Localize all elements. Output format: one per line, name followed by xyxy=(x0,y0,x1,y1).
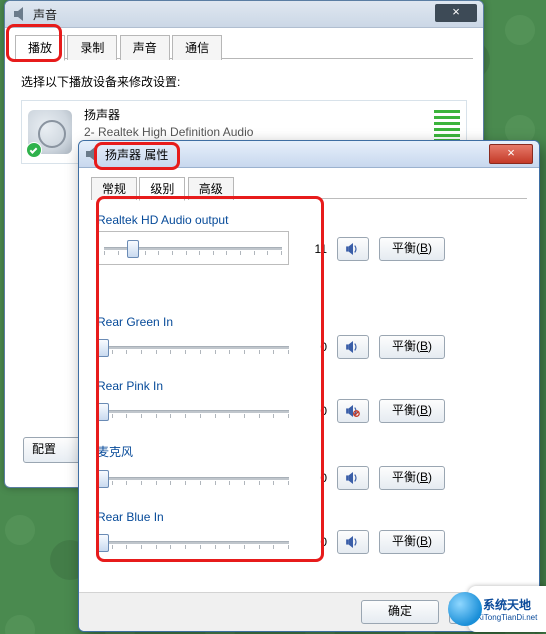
volume-slider[interactable] xyxy=(97,468,289,488)
balance-button[interactable]: 平衡(B) xyxy=(379,237,445,261)
speaker-device-icon xyxy=(28,110,72,154)
props-tabrow: 常规 级别 高级 xyxy=(91,176,527,199)
mute-button[interactable] xyxy=(337,335,369,359)
channel-block: 麦克风 0 平衡(B) xyxy=(97,443,521,490)
channel-name: Rear Pink In xyxy=(97,379,521,393)
volume-slider[interactable] xyxy=(104,238,282,258)
watermark: 系统天地 XiTongTianDi.net xyxy=(468,586,546,632)
sound-window-icon xyxy=(13,6,29,22)
volume-slider[interactable] xyxy=(97,401,289,421)
channel-block: Rear Pink In 0 平衡(B) xyxy=(97,379,521,423)
channel-name: Realtek HD Audio output xyxy=(97,213,521,227)
channel-name: Rear Blue In xyxy=(97,510,521,524)
mute-button[interactable] xyxy=(337,530,369,554)
tab-communications[interactable]: 通信 xyxy=(172,35,222,60)
sound-title: 声音 xyxy=(33,6,57,23)
props-close-button[interactable]: × xyxy=(489,144,533,164)
volume-value: 0 xyxy=(299,404,327,418)
sound-tabrow: 播放 录制 声音 通信 xyxy=(15,34,473,59)
channel-block: Realtek HD Audio output 11 平衡(B) xyxy=(97,213,521,265)
watermark-en: XiTongTianDi.net xyxy=(477,613,538,622)
channel-name: Rear Green In xyxy=(97,315,521,329)
tab-playback[interactable]: 播放 xyxy=(15,35,65,61)
tab-general[interactable]: 常规 xyxy=(91,177,137,200)
balance-button[interactable]: 平衡(B) xyxy=(379,335,445,359)
volume-slider[interactable] xyxy=(97,532,289,552)
mute-button[interactable] xyxy=(337,399,369,423)
tab-advanced[interactable]: 高级 xyxy=(188,177,234,200)
balance-button[interactable]: 平衡(B) xyxy=(379,466,445,490)
props-titlebar[interactable]: 扬声器 属性 × xyxy=(79,141,539,168)
default-check-icon xyxy=(26,142,42,158)
tab-sounds[interactable]: 声音 xyxy=(120,35,170,60)
balance-button[interactable]: 平衡(B) xyxy=(379,399,445,423)
device-hint: 选择以下播放设备来修改设置: xyxy=(21,73,467,90)
levels-panel: Realtek HD Audio output 11 平衡(B) Rear Gr… xyxy=(79,199,539,582)
volume-value: 0 xyxy=(299,535,327,549)
props-title: 扬声器 属性 xyxy=(105,146,168,163)
sound-close-button[interactable]: × xyxy=(435,4,477,22)
watermark-globe-icon xyxy=(448,592,482,626)
balance-button[interactable]: 平衡(B) xyxy=(379,530,445,554)
volume-slider[interactable] xyxy=(97,337,289,357)
channel-block: Rear Green In 0 平衡(B) xyxy=(97,315,521,359)
channel-block: Rear Blue In 0 平衡(B) xyxy=(97,510,521,554)
tab-recording[interactable]: 录制 xyxy=(67,35,117,60)
tab-levels[interactable]: 级别 xyxy=(139,177,185,201)
volume-value: 0 xyxy=(299,471,327,485)
volume-value: 0 xyxy=(299,340,327,354)
mute-button[interactable] xyxy=(337,237,369,261)
speaker-properties-dialog: 扬声器 属性 × 常规 级别 高级 Realtek HD Audio outpu… xyxy=(78,140,540,632)
sound-titlebar[interactable]: 声音 × xyxy=(5,1,483,28)
watermark-cn: 系统天地 xyxy=(483,596,531,613)
mute-button[interactable] xyxy=(337,466,369,490)
ok-button[interactable]: 确定 xyxy=(361,600,439,624)
speaker-window-icon xyxy=(85,146,101,162)
device-name: 扬声器 xyxy=(84,107,253,124)
device-sub: 2- Realtek High Definition Audio xyxy=(84,124,253,141)
channel-name: 麦克风 xyxy=(97,443,521,460)
volume-value: 11 xyxy=(299,242,327,256)
